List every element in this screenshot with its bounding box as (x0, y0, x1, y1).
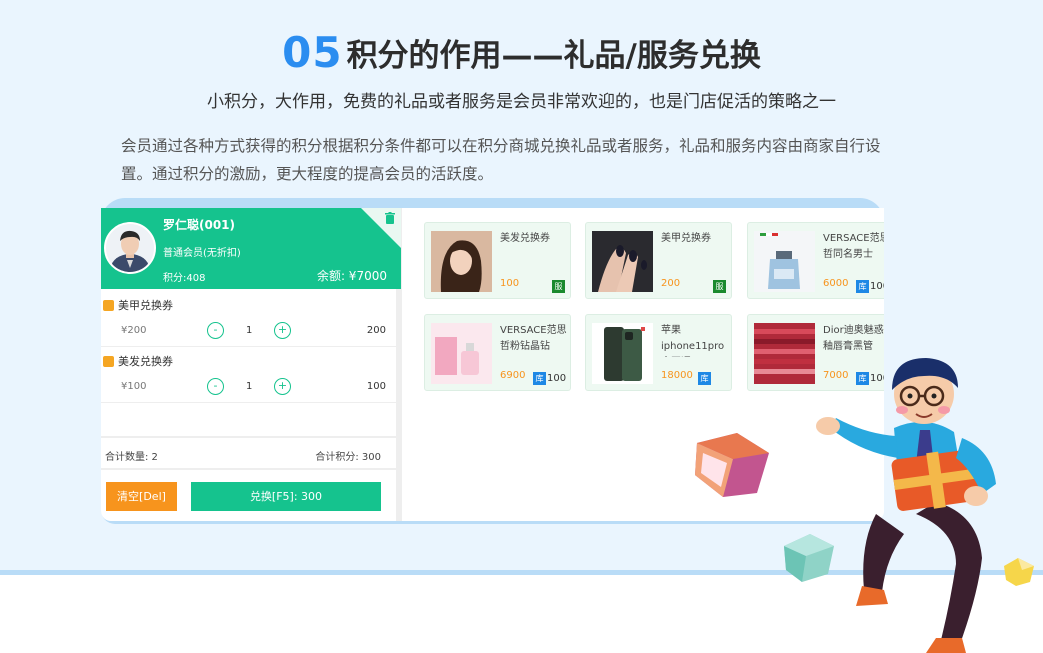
cart-totals: 合计数量: 2 合计积分: 300 (101, 436, 401, 470)
cart-row: 美发兑换券 ¥100 - 1 + 100 (101, 347, 401, 403)
section-description: 会员通过各种方式获得的积分根据积分条件都可以在积分商城兑换礼品或者服务，礼品和服… (121, 137, 881, 183)
exchange-button[interactable]: 兑换[F5]: 300 (191, 482, 381, 511)
cart-item-price: ¥100 (121, 381, 147, 392)
gift-cube-icon (695, 433, 769, 497)
cart-column: 罗仁聪(001) 普通会员(无折扣) 积分:408 余额: ¥7000 美甲兑换… (101, 208, 402, 521)
cart-item-subtotal: 200 (366, 325, 386, 336)
cart-item-subtotal: 100 (366, 381, 386, 392)
product-price: 6000 (823, 278, 849, 289)
stock-count: 100 (547, 373, 567, 384)
product-name: 苹果iphone11pro全网通 (661, 325, 725, 352)
cart-item-quantity[interactable]: 1 (246, 381, 252, 392)
decrease-button[interactable]: - (207, 322, 224, 339)
service-badge: 服 (713, 280, 726, 293)
trash-icon[interactable] (385, 212, 395, 224)
product-stock: 服 (552, 276, 565, 293)
total-points: 合计积分: 300 (315, 452, 381, 463)
product-name: VERSACE范思哲同名男士 (823, 233, 884, 260)
cart-item-name: 美甲兑换券 (118, 299, 173, 312)
service-badge: 服 (552, 280, 565, 293)
product-stock: 库100 (533, 368, 567, 385)
product-name: Dior迪奥魅惑釉唇膏黑管 (823, 325, 884, 352)
product-image (431, 231, 492, 292)
increase-button[interactable]: + (274, 378, 291, 395)
product-card[interactable]: 美甲兑换券 200 服 (585, 222, 732, 299)
product-card[interactable]: 美发兑换券 100 服 (424, 222, 571, 299)
section-title: 05 积分的作用——礼品/服务兑换 (0, 28, 1043, 77)
cart-item-quantity[interactable]: 1 (246, 325, 252, 336)
cart-item-name: 美发兑换券 (118, 355, 173, 368)
product-image (431, 323, 492, 384)
stock-badge: 库 (698, 372, 711, 385)
stock-badge: 库 (856, 280, 869, 293)
product-card[interactable]: VERSACE范思哲同名男士 6000 库100 (747, 222, 884, 299)
product-stock: 库100 (856, 276, 884, 293)
cart-row: 美甲兑换券 ¥200 - 1 + 200 (101, 291, 401, 347)
product-name: 美甲兑换券 (661, 233, 711, 244)
coupon-icon (103, 300, 114, 311)
member-level: 普通会员(无折扣) (163, 248, 241, 259)
section-heading: 积分的作用——礼品/服务兑换 (346, 38, 761, 74)
coupon-icon (103, 356, 114, 367)
decrease-button[interactable]: - (207, 378, 224, 395)
stock-count: 100 (870, 281, 884, 292)
product-image (592, 231, 653, 292)
cart-item-price: ¥200 (121, 325, 147, 336)
member-balance: 余额: ¥7000 (316, 269, 387, 283)
member-avatar (104, 222, 156, 274)
cartoon-character-icon (816, 358, 996, 653)
product-card[interactable]: VERSACE范思哲粉钻晶钻 6900 库 100 (424, 314, 571, 391)
section-subtitle: 小积分，大作用，免费的礼品或者服务是会员非常欢迎的，也是门店促活的策略之一 (207, 92, 836, 112)
member-name: 罗仁聪(001) (163, 218, 236, 232)
product-price: 6900 (500, 370, 526, 381)
section-number: 05 (282, 28, 343, 77)
product-card[interactable]: 苹果iphone11pro全网通 18000 库100 (585, 314, 732, 391)
stock-badge: 库 (533, 372, 546, 385)
corner-fold (361, 208, 401, 248)
member-card: 罗仁聪(001) 普通会员(无折扣) 积分:408 余额: ¥7000 (101, 208, 401, 289)
clear-button[interactable]: 清空[Del] (106, 482, 177, 511)
product-image (754, 231, 815, 292)
member-points: 积分:408 (163, 273, 206, 284)
product-price: 200 (661, 278, 681, 289)
total-quantity: 合计数量: 2 (105, 452, 158, 463)
product-stock: 服 (713, 276, 726, 293)
product-name: VERSACE范思哲粉钻晶钻 (500, 325, 567, 352)
product-name: 美发兑换券 (500, 233, 550, 244)
increase-button[interactable]: + (274, 322, 291, 339)
product-price: 18000 (661, 370, 693, 381)
product-image (592, 323, 653, 384)
product-stock: 库100 (698, 368, 731, 385)
product-price: 100 (500, 278, 520, 289)
